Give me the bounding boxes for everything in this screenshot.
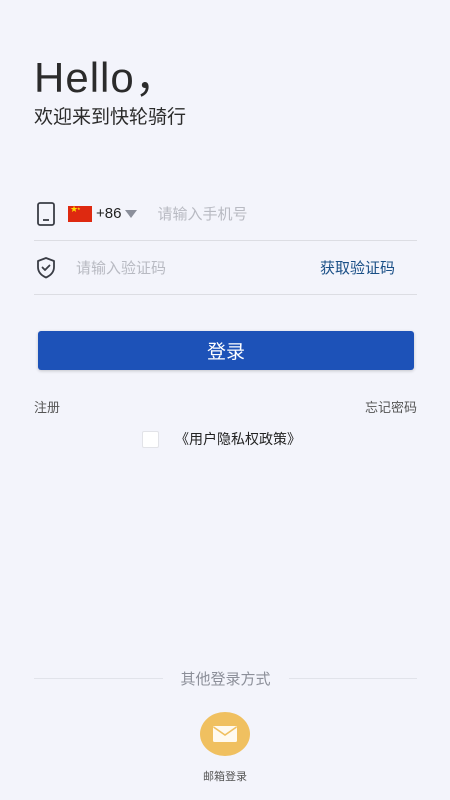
forgot-password-link[interactable]: 忘记密码 [365, 397, 417, 416]
other-login-divider: 其他登录方式 [34, 666, 418, 690]
verification-code-input[interactable] [76, 258, 286, 277]
get-code-button[interactable]: 获取验证码 [320, 257, 395, 278]
login-button[interactable]: 登录 [38, 331, 414, 370]
phone-input[interactable] [157, 204, 378, 223]
phone-icon [34, 200, 58, 228]
greeting-title: Hello， [34, 54, 178, 101]
divider-line-left [34, 677, 163, 679]
agreement-checkbox[interactable] [142, 430, 159, 448]
welcome-subtitle: 欢迎来到快轮骑行 [34, 106, 187, 128]
privacy-policy-link[interactable]: 《用户隐私权政策》 [175, 429, 301, 449]
register-link[interactable]: 注册 [34, 397, 60, 416]
china-flag-icon[interactable]: ★ ★ [68, 205, 92, 222]
divider-line-right [288, 677, 418, 679]
login-screen: Hello， 欢迎来到快轮骑行 ★★ +86 获取验证码 登录 注册 忘记密码 [0, 0, 450, 800]
email-login-button[interactable] [200, 712, 250, 756]
email-login-label: 邮箱登录 [203, 770, 247, 783]
country-code[interactable]: +86 [96, 205, 121, 222]
agreement-row: 《用户隐私权政策》 [142, 429, 301, 449]
dropdown-triangle-icon[interactable] [125, 209, 138, 218]
shield-check-icon [34, 254, 58, 282]
code-row: 获取验证码 [34, 241, 417, 295]
other-login-label: 其他登录方式 [180, 669, 271, 688]
mail-icon [213, 726, 237, 742]
phone-row: ★ ★ +86 [34, 187, 417, 241]
